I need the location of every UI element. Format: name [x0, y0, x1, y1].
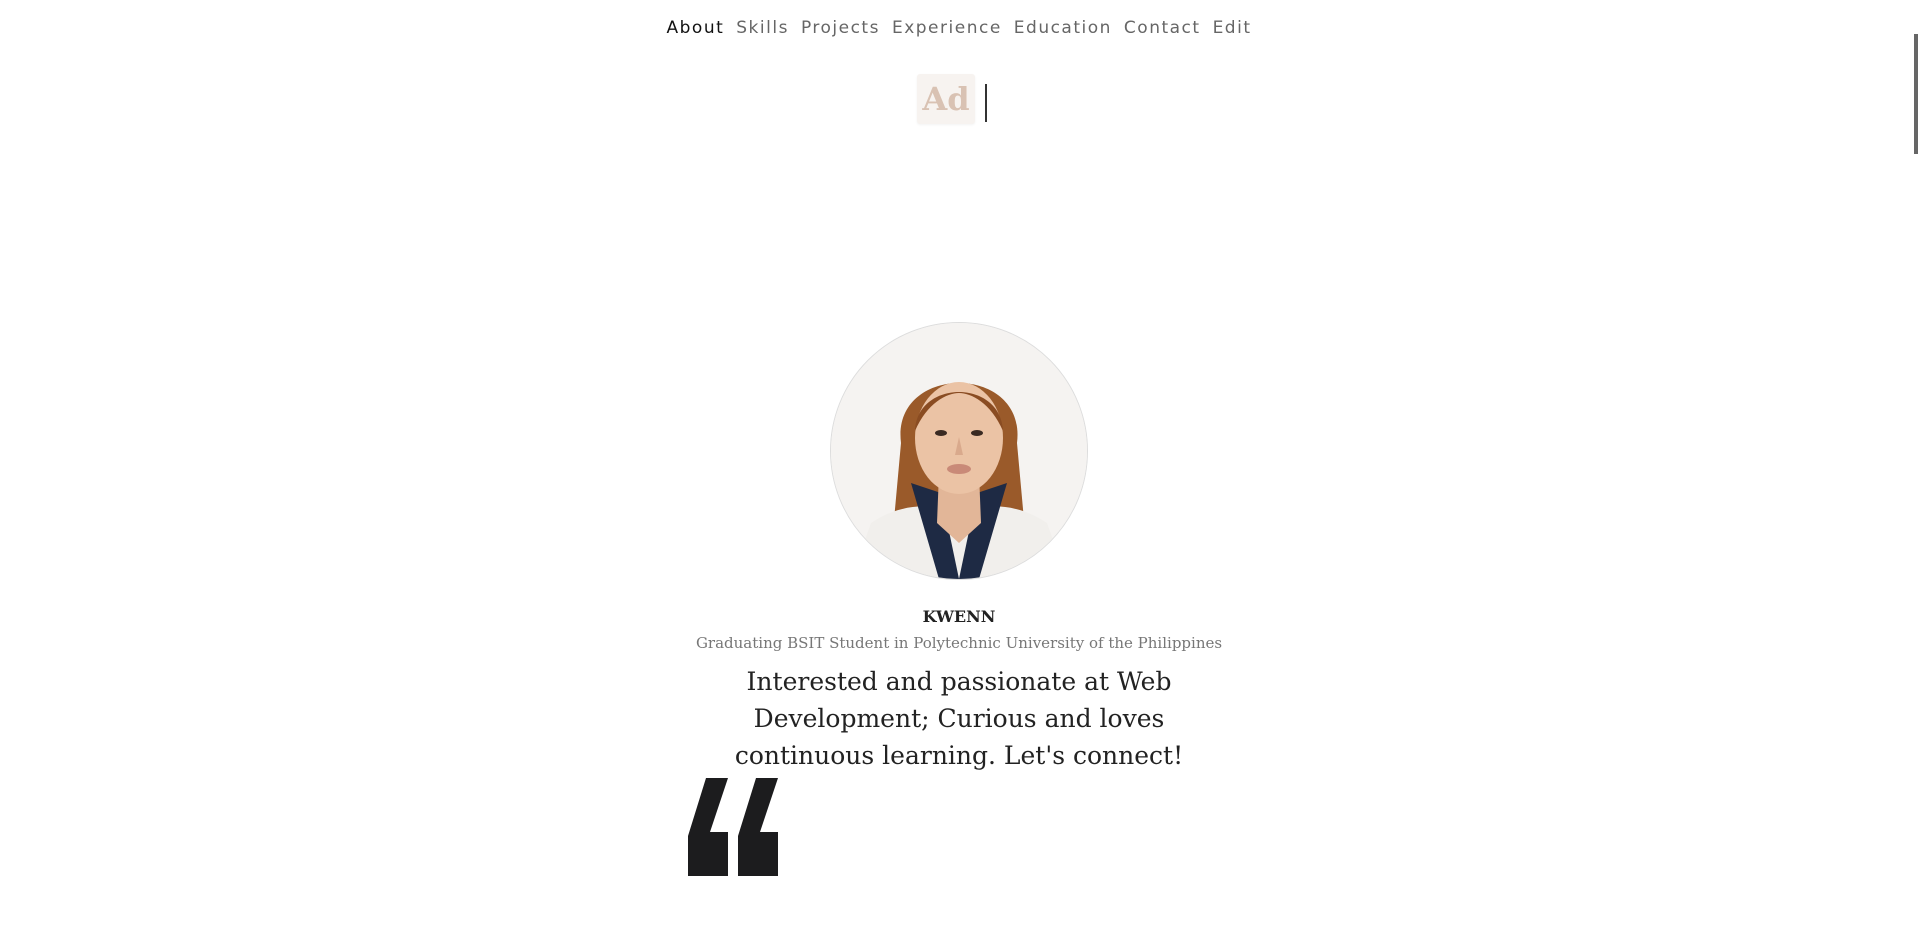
nav-item-contact[interactable]: Contact [1124, 18, 1201, 38]
nav-item-about[interactable]: About [667, 18, 725, 38]
page-scrollbar[interactable] [1914, 34, 1918, 154]
profile-tagline: Interested and passionate at Web Develop… [734, 667, 1184, 770]
top-navigation: About Skills Projects Experience Educati… [0, 18, 1918, 38]
avatar-photo [831, 323, 1087, 579]
profile-name: KWENN [922, 607, 996, 626]
nav-item-experience[interactable]: Experience [892, 18, 1002, 38]
nav-item-education[interactable]: Education [1014, 18, 1112, 38]
nav-item-skills[interactable]: Skills [736, 18, 789, 38]
logo[interactable]: Ad [917, 74, 975, 124]
typing-cursor [985, 84, 987, 122]
logo-row: Ad [917, 74, 987, 124]
quote-mark-icon [688, 778, 786, 876]
profile-subtitle: Graduating BSIT Student in Polytechnic U… [695, 634, 1223, 652]
logo-text: Ad [922, 80, 970, 118]
avatar [830, 322, 1088, 580]
nav-item-projects[interactable]: Projects [801, 18, 880, 38]
nav-item-edit[interactable]: Edit [1213, 18, 1252, 38]
